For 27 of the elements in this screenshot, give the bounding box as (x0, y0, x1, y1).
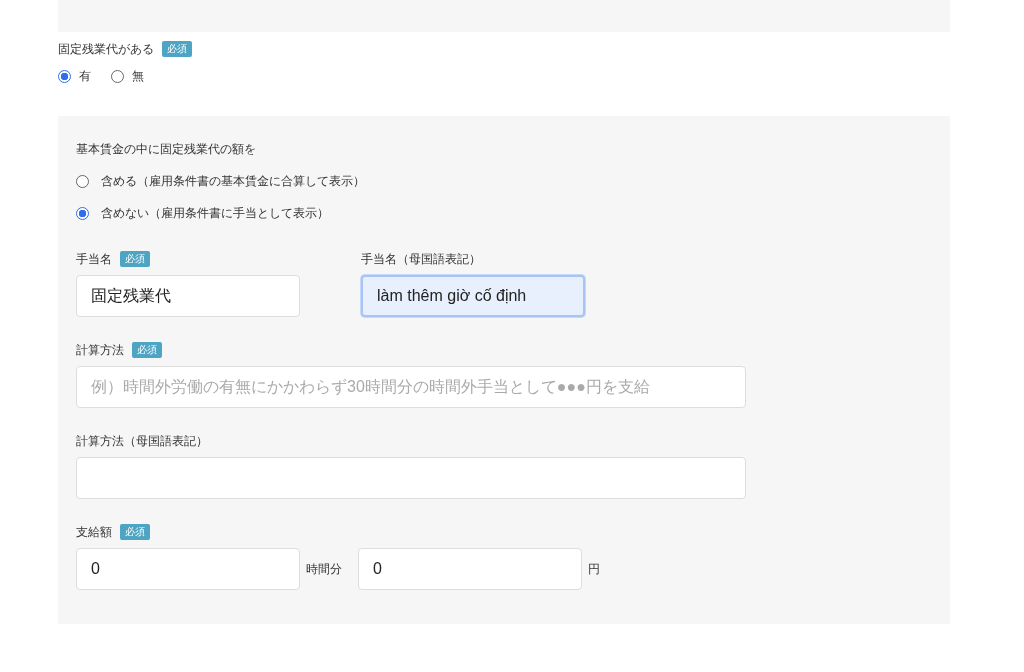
radio-label[interactable]: 含める（雇用条件書の基本賃金に合算して表示） (101, 172, 365, 190)
field-label: 手当名（母国語表記） (361, 250, 481, 268)
input-field[interactable]: 例）時間外労働の有無にかかわらず30時間分の時間外手当として●●●円を支給 (76, 366, 746, 408)
field-label: 支給額 (76, 523, 112, 541)
field-label: 固定残業代がある (58, 40, 154, 58)
unit-label: 円 (588, 560, 600, 578)
unit-label: 時間分 (306, 560, 342, 578)
radio-label[interactable]: 有 (79, 68, 91, 85)
radio-button[interactable] (58, 70, 71, 83)
required-badge: 必須 (162, 41, 192, 57)
input-field[interactable]: 固定残業代 (76, 275, 300, 317)
required-badge: 必須 (132, 342, 162, 358)
radio-button[interactable] (76, 174, 89, 188)
radio-button[interactable] (76, 206, 89, 220)
input-field[interactable]: 0 (358, 548, 582, 590)
input-field[interactable]: 0 (76, 548, 300, 590)
input-field[interactable]: làm thêm giờ cố định (361, 275, 585, 317)
input-field[interactable] (76, 457, 746, 499)
field-label: 手当名 (76, 250, 112, 268)
required-badge: 必須 (120, 524, 150, 540)
question-text: 基本賃金の中に固定残業代の額を (76, 141, 257, 158)
required-badge: 必須 (120, 251, 150, 267)
field-label: 計算方法（母国語表記） (76, 432, 208, 450)
radio-label[interactable]: 無 (132, 68, 144, 85)
field-label: 計算方法 (76, 341, 124, 359)
radio-button[interactable] (111, 70, 124, 83)
radio-label[interactable]: 含めない（雇用条件書に手当として表示） (101, 204, 329, 222)
